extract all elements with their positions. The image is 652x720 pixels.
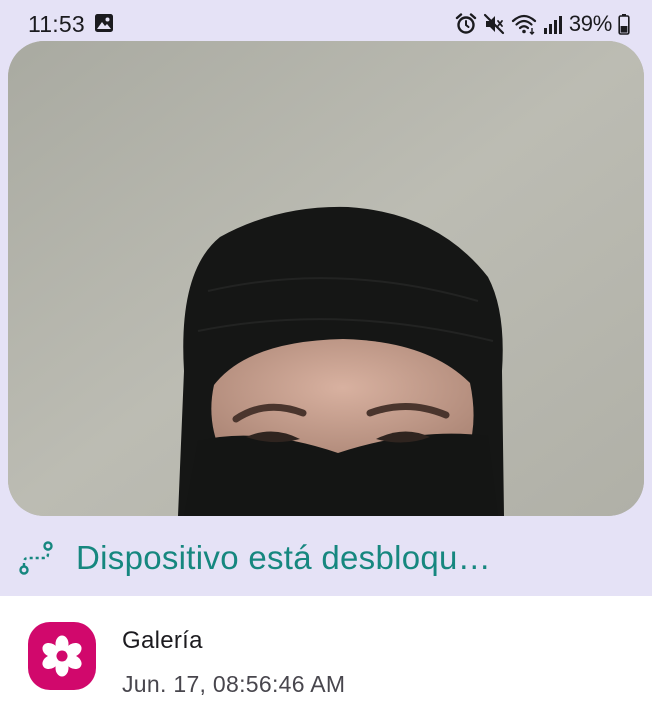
status-time: 11:53	[28, 11, 85, 37]
status-icons: 39%	[455, 11, 630, 37]
gallery-notification[interactable]: Galería Jun. 17, 08:56:46 AM	[0, 596, 652, 720]
muted-icon	[483, 13, 505, 35]
camera-photo[interactable]	[8, 41, 644, 516]
alarm-icon	[455, 13, 477, 35]
battery-percent: 39%	[568, 11, 612, 36]
app-name: Galería	[122, 627, 203, 654]
signal-icon	[543, 13, 563, 35]
route-icon	[18, 540, 54, 576]
wifi-icon	[511, 13, 537, 35]
photo-image	[8, 41, 644, 516]
unlock-status-text: Dispositivo está desbloqu…	[76, 539, 492, 576]
notification-timestamp: Jun. 17, 08:56:46 AM	[122, 671, 346, 697]
unlock-status[interactable]: Dispositivo está desbloqu…	[18, 536, 491, 580]
image-icon	[94, 13, 114, 38]
flower-icon	[28, 622, 96, 690]
battery-icon	[618, 13, 630, 35]
